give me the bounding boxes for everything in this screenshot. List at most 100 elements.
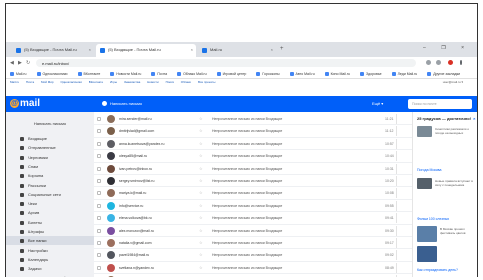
extension-icon[interactable]: [436, 60, 441, 65]
message-checkbox[interactable]: [97, 179, 101, 183]
sidebar-folder[interactable]: Входящие: [6, 134, 94, 143]
message-checkbox[interactable]: [97, 203, 101, 208]
bookmark-item[interactable]: Mail.ru: [10, 72, 27, 76]
window-controls[interactable]: – ❐ ×: [423, 45, 471, 51]
sidebar-folder[interactable]: Все папки: [6, 236, 94, 246]
message-checkbox[interactable]: [97, 241, 101, 245]
news-headline[interactable]: Погода Москва: [417, 168, 441, 172]
news-feature-image[interactable]: [417, 246, 437, 262]
sidebar-folder[interactable]: Календарь: [6, 255, 94, 264]
message-checkbox[interactable]: [97, 191, 101, 196]
bookmark-item[interactable]: Авто Mail.ru: [289, 72, 315, 76]
extension-icon[interactable]: [426, 60, 431, 65]
sidebar-folder[interactable]: Билеты: [6, 218, 94, 227]
sidebar-folder[interactable]: Черновики: [6, 153, 94, 162]
message-row[interactable]: anna.kuznetsova@yandex.ru ☆ Непрочитанное …: [94, 138, 412, 151]
message-row[interactable]: natalia.v@gmail.com ☆ Непрочитанное письмо…: [94, 237, 412, 250]
reload-icon[interactable]: ↻: [26, 60, 30, 66]
bookmark-item[interactable]: Здоровье: [359, 72, 382, 76]
message-checkbox[interactable]: [97, 166, 101, 171]
flag-icon[interactable]: ☆: [199, 252, 203, 257]
sidebar-folder[interactable]: Задачи: [6, 264, 94, 273]
sidebar-folder[interactable]: Чеки: [6, 199, 94, 208]
message-row[interactable]: andrey.sokolov@list.ru☆Непрочитанное пис…: [94, 274, 412, 277]
sidebar-compose-button[interactable]: Написать письмо: [12, 119, 88, 127]
flag-icon[interactable]: ☆: [199, 128, 203, 133]
compose-button[interactable]: Написать письмо: [102, 101, 142, 106]
message-row[interactable]: olesya85@mail.ru ☆ Непрочитанное письмo из…: [94, 150, 412, 163]
news-feature-image[interactable]: [417, 226, 437, 242]
sidebar-folder[interactable]: Отправленные: [6, 143, 94, 152]
message-checkbox[interactable]: [97, 117, 101, 121]
new-tab-button[interactable]: +: [280, 46, 284, 52]
portal-link[interactable]: Мой Мир: [41, 80, 54, 84]
news-item-text[interactable]: Синоптики рассказали о погоде на выходны…: [435, 127, 477, 135]
sidebar-folder[interactable]: Социальные сети: [6, 190, 94, 199]
portal-link[interactable]: Поиск: [166, 80, 174, 84]
portal-link[interactable]: Почта: [26, 80, 34, 84]
message-row[interactable]: elena.volkova@bk.ru ☆ Непрочитанное письмо…: [94, 212, 412, 225]
back-arrow-icon[interactable]: ◀: [10, 60, 14, 66]
news-item-text[interactable]: Новые правила вступают в силу с понедель…: [435, 179, 477, 187]
sidebar-folder[interactable]: Настройки: [6, 246, 94, 255]
message-row[interactable]: sergey.smirnov@list.ru ☆ Непрочитанное пис…: [94, 175, 412, 188]
message-checkbox[interactable]: [97, 141, 101, 146]
flag-icon[interactable]: ☆: [199, 141, 203, 146]
portal-link[interactable]: Игры: [110, 80, 117, 84]
flag-icon[interactable]: ☆: [199, 215, 203, 220]
message-row[interactable]: mariya.k@mail.ru ☆ Непрочитанное письмо из…: [94, 187, 412, 200]
bookmark-item[interactable]: Почта: [151, 72, 167, 76]
message-row[interactable]: info@service.ru ☆ Непрочитанное письмо из …: [94, 200, 412, 213]
message-row[interactable]: mira.sender@mail.ru ☆ Непрочитанное письмо…: [94, 113, 412, 126]
bookmark-item[interactable]: Другие закладки: [427, 72, 460, 76]
portal-link[interactable]: Облако: [181, 80, 191, 84]
bookmark-item[interactable]: Леди Mail.ru: [391, 72, 417, 76]
more-button[interactable]: Ещё ▾: [372, 101, 383, 106]
account-menu[interactable]: user@mail.ru ▾: [443, 80, 463, 84]
message-row[interactable]: svetlana.n@yandex.ru ☆ Непрочитанное письм…: [94, 262, 412, 275]
sidebar-folder[interactable]: Штрафы: [6, 227, 94, 236]
news-title[interactable]: 25 градусов — достаточно! ×: [417, 116, 475, 121]
forward-arrow-icon[interactable]: ▶: [18, 60, 22, 66]
flag-icon[interactable]: ☆: [199, 166, 203, 171]
mail-search-input[interactable]: Поиск по почте: [408, 99, 472, 109]
message-checkbox[interactable]: [97, 265, 101, 270]
bookmark-item[interactable]: Новости Mail.ru: [110, 72, 141, 76]
flag-icon[interactable]: ☆: [199, 153, 203, 158]
browser-tab-3[interactable]: Mail.ru ×: [198, 44, 276, 57]
browser-tab-2[interactable]: (5) Входящие - Почта Mail.ru ×: [96, 44, 196, 57]
tab-close-icon[interactable]: ×: [89, 47, 91, 52]
news-headline[interactable]: Как отпраздновать день?: [417, 268, 458, 272]
browser-tab-1[interactable]: (5) Входящие - Почта Mail.ru ×: [12, 44, 94, 57]
flag-icon[interactable]: ☆: [199, 203, 203, 208]
flag-icon[interactable]: ☆: [199, 240, 203, 245]
message-row[interactable]: ivan.petrov@inbox.ru ☆ Непрочитанное письм…: [94, 163, 412, 175]
message-checkbox[interactable]: [97, 253, 101, 258]
portal-link[interactable]: Одноклассники: [60, 80, 81, 84]
profile-avatar-icon[interactable]: [448, 60, 453, 65]
bookmark-item[interactable]: ВКонтакте: [77, 72, 100, 76]
portal-link[interactable]: ВКонтакте: [89, 80, 103, 84]
portal-link[interactable]: Новости: [147, 80, 159, 84]
news-thumbnail[interactable]: [417, 126, 432, 137]
bookmark-item[interactable]: Гороскопы: [256, 72, 280, 76]
address-input[interactable]: e.mail.ru/inbox/: [36, 59, 416, 67]
news-item-text[interactable]: В Москве прошёл фестиваль цветов: [440, 227, 477, 235]
bookmark-item[interactable]: Облако Mail.ru: [177, 72, 207, 76]
sidebar-folder[interactable]: Спам: [6, 162, 94, 171]
tab-close-icon[interactable]: ×: [191, 47, 193, 52]
portal-link[interactable]: Mail.ru: [10, 80, 19, 84]
message-checkbox[interactable]: [97, 154, 101, 159]
bookmark-item[interactable]: Игровой центр: [216, 72, 246, 76]
menu-kebab-icon[interactable]: [460, 60, 462, 65]
tab-close-icon[interactable]: ×: [271, 47, 273, 52]
bookmark-item[interactable]: Кино Mail.ru: [324, 72, 350, 76]
message-row[interactable]: alex.morozov@mail.ru ☆ Непрочитанное письм…: [94, 225, 412, 237]
flag-icon[interactable]: ☆: [199, 228, 203, 233]
message-checkbox[interactable]: [97, 129, 101, 134]
news-thumbnail[interactable]: [417, 178, 432, 189]
message-row[interactable]: pavel1984@mail.ru ☆ Непрочитанное письмо и…: [94, 249, 412, 262]
flag-icon[interactable]: ☆: [199, 116, 203, 121]
sidebar-folder[interactable]: Облако 1: [6, 274, 94, 277]
bookmark-item[interactable]: Одноклассники: [36, 72, 68, 76]
